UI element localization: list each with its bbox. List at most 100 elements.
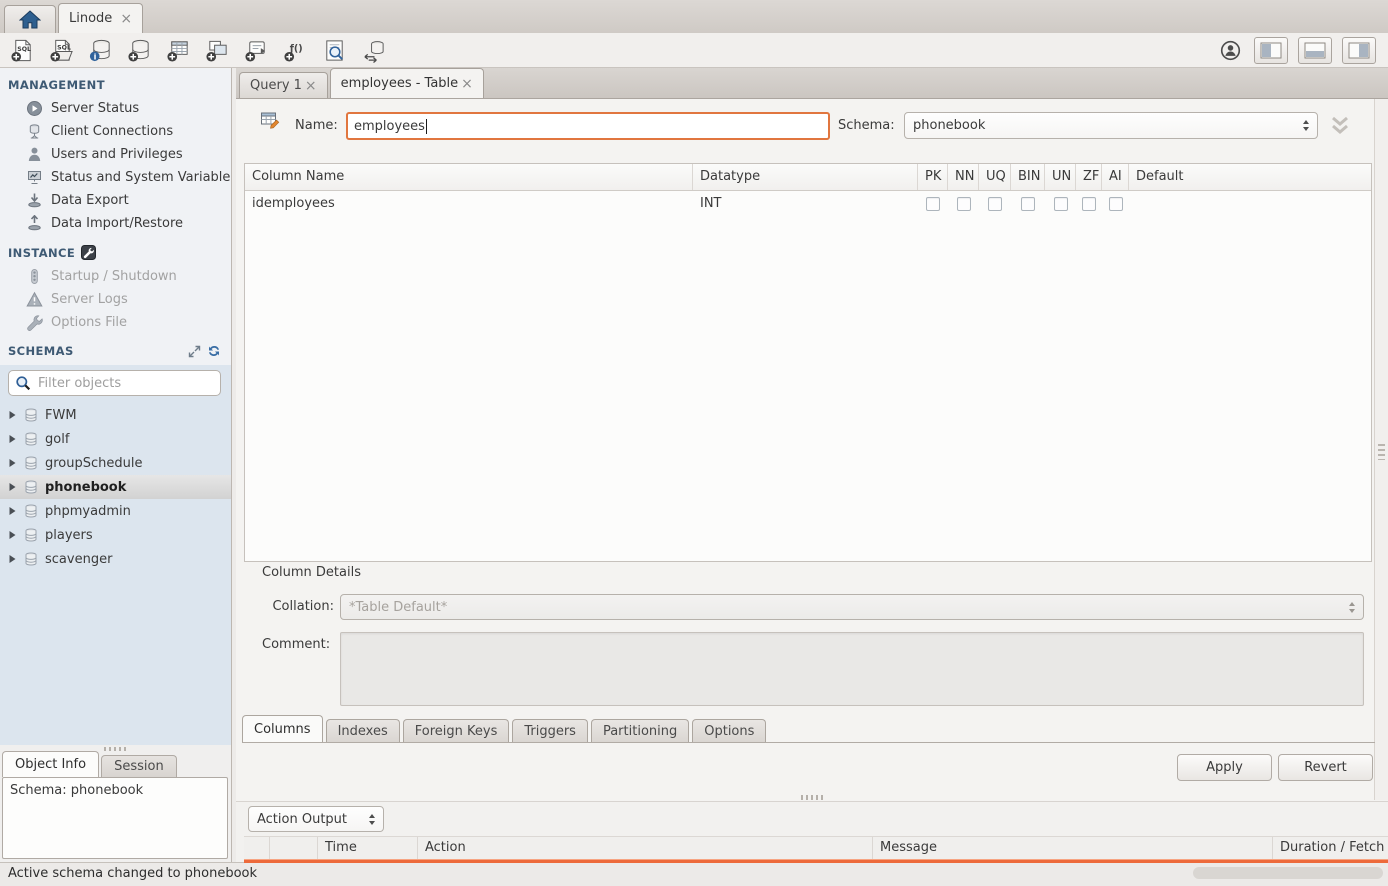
expander-icon[interactable] xyxy=(7,410,17,420)
data-migration-button[interactable] xyxy=(359,36,387,64)
columns-grid: Column NameDatatypePKNNUQBINUNZFAIDefaul… xyxy=(244,163,1372,562)
expander-icon[interactable] xyxy=(7,482,17,492)
tab-label: Foreign Keys xyxy=(415,724,498,739)
expander-icon[interactable] xyxy=(7,434,17,444)
tab-label: Partitioning xyxy=(603,724,677,739)
collapse-header-chevrons-icon[interactable] xyxy=(1328,115,1352,135)
client-connections-icon xyxy=(26,123,43,140)
grid-row[interactable]: idemployeesINT xyxy=(245,191,1371,217)
schema-item-players[interactable]: players xyxy=(0,523,231,547)
panel-splitter-grip[interactable] xyxy=(104,747,128,751)
sidebar-item-label: Startup / Shutdown xyxy=(51,269,177,284)
object-info-tab-object-info[interactable]: Object Info xyxy=(2,751,99,777)
filter-input[interactable] xyxy=(36,375,214,392)
create-table-button[interactable] xyxy=(164,36,192,64)
expander-icon[interactable] xyxy=(7,530,17,540)
sidebar-item-server-status[interactable]: Server Status xyxy=(0,97,231,120)
detail-tab-indexes[interactable]: Indexes xyxy=(326,719,400,742)
create-schema-button[interactable] xyxy=(125,36,153,64)
tree-db-icon xyxy=(24,408,38,422)
toggle-right-panel-button[interactable] xyxy=(1342,37,1376,64)
instance-list: Startup / ShutdownServer LogsOptions Fil… xyxy=(0,265,231,334)
schema-item-phonebook[interactable]: phonebook xyxy=(0,475,231,499)
expander-icon[interactable] xyxy=(7,506,17,516)
output-splitter[interactable] xyxy=(236,794,1388,801)
flag-checkbox-zf[interactable] xyxy=(1076,191,1102,217)
output-selected-row[interactable] xyxy=(244,859,1388,863)
cell-datatype[interactable]: INT xyxy=(693,191,918,217)
horizontal-scrollbar[interactable] xyxy=(1193,867,1383,879)
flag-checkbox-uq[interactable] xyxy=(979,191,1011,217)
user-lock-button[interactable] xyxy=(1216,36,1244,64)
user-lock-icon xyxy=(1220,40,1241,61)
right-panel-splitter[interactable] xyxy=(1374,99,1388,800)
close-icon[interactable]: × xyxy=(305,79,317,93)
splitter-grip xyxy=(801,795,825,800)
detail-tab-partitioning[interactable]: Partitioning xyxy=(591,719,689,742)
open-sql-script-button[interactable]: SQL xyxy=(47,36,75,64)
expander-icon[interactable] xyxy=(7,458,17,468)
sidebar-item-users-and-privileges[interactable]: Users and Privileges xyxy=(0,143,231,166)
detail-tab-options[interactable]: Options xyxy=(692,719,766,742)
checkbox-icon xyxy=(988,197,1002,211)
status-message: Active schema changed to phonebook xyxy=(8,866,257,881)
editor-tab-employees-table[interactable]: employees - Table× xyxy=(330,68,484,98)
close-icon[interactable]: × xyxy=(461,77,473,91)
home-tab[interactable] xyxy=(4,5,56,33)
output-header-duration-fetch: Duration / Fetch xyxy=(1273,837,1388,860)
toggle-bottom-panel-button[interactable] xyxy=(1298,37,1332,64)
flag-checkbox-pk[interactable] xyxy=(918,191,948,217)
search-icon xyxy=(15,375,31,391)
toggle-left-panel-icon xyxy=(1260,42,1282,59)
editor-tab-query-1[interactable]: Query 1× xyxy=(239,72,328,98)
flag-checkbox-ai[interactable] xyxy=(1102,191,1129,217)
schema-item-groupschedule[interactable]: groupSchedule xyxy=(0,451,231,475)
object-info-tab-session[interactable]: Session xyxy=(101,755,177,777)
detail-tab-triggers[interactable]: Triggers xyxy=(512,719,588,742)
sidebar-item-client-connections[interactable]: Client Connections xyxy=(0,120,231,143)
schema-inspector-button[interactable]: i xyxy=(86,36,114,64)
toggle-left-panel-button[interactable] xyxy=(1254,37,1288,64)
server-status-icon xyxy=(26,100,43,117)
tab-label: Columns xyxy=(254,722,311,737)
sidebar-item-status-and-system-variables[interactable]: Status and System Variables xyxy=(0,166,231,189)
output-selector[interactable]: Action Output xyxy=(248,806,384,832)
comment-label: Comment: xyxy=(262,632,330,658)
sidebar-item-label: Status and System Variables xyxy=(51,170,231,185)
schema-select[interactable]: phonebook xyxy=(904,112,1318,139)
spinner-icon xyxy=(1349,602,1355,613)
sidebar-item-data-export[interactable]: Data Export xyxy=(0,189,231,212)
create-view-button[interactable] xyxy=(203,36,231,64)
flag-checkbox-nn[interactable] xyxy=(948,191,979,217)
schema-item-golf[interactable]: golf xyxy=(0,427,231,451)
close-icon[interactable]: × xyxy=(120,12,132,26)
schema-item-fwm[interactable]: FWM xyxy=(0,403,231,427)
main-toolbar: SQL SQL i ƒ() xyxy=(0,33,1388,68)
columns-grid-body: idemployeesINT xyxy=(245,191,1371,217)
tab-label: Triggers xyxy=(524,724,576,739)
detail-tab-foreign-keys[interactable]: Foreign Keys xyxy=(403,719,510,742)
schema-item-scavenger[interactable]: scavenger xyxy=(0,547,231,571)
detail-tab-columns[interactable]: Columns xyxy=(242,715,323,742)
flag-checkbox-bin[interactable] xyxy=(1011,191,1045,217)
flag-checkbox-un[interactable] xyxy=(1045,191,1076,217)
window-tab-linode[interactable]: Linode× xyxy=(58,3,143,33)
table-inspector-button[interactable] xyxy=(320,36,348,64)
expand-schemas-icon[interactable] xyxy=(188,345,201,358)
editor-area: Query 1×employees - Table× Name: employe… xyxy=(236,68,1388,862)
cell-column-name[interactable]: idemployees xyxy=(245,191,693,217)
schema-item-phpmyadmin[interactable]: phpmyadmin xyxy=(0,499,231,523)
new-sql-tab-icon: SQL xyxy=(10,38,35,63)
status-bar: Active schema changed to phonebook xyxy=(0,862,1388,886)
create-procedure-button[interactable] xyxy=(242,36,270,64)
refresh-schemas-icon[interactable] xyxy=(207,344,221,358)
tab-label: Query 1 xyxy=(250,78,302,93)
sidebar-item-data-import-restore[interactable]: Data Import/Restore xyxy=(0,212,231,235)
cell-default[interactable] xyxy=(1129,191,1371,217)
create-function-button[interactable]: ƒ() xyxy=(281,36,309,64)
revert-button[interactable]: Revert xyxy=(1278,754,1373,781)
new-sql-tab-button[interactable]: SQL xyxy=(8,36,36,64)
expander-icon[interactable] xyxy=(7,554,17,564)
apply-button[interactable]: Apply xyxy=(1177,754,1272,781)
table-name-input[interactable]: employees xyxy=(346,112,830,140)
